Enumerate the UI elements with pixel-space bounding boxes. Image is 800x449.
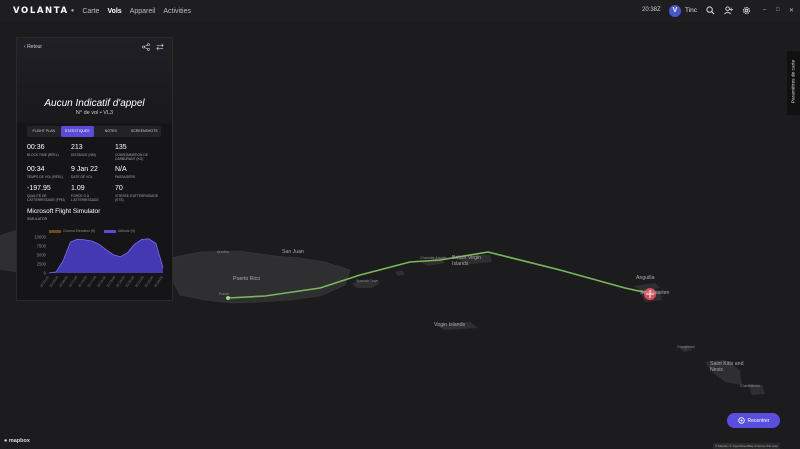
map-label: Virgin Islands	[434, 322, 466, 328]
tab-flight-plan[interactable]: FLIGHT PLAN	[27, 126, 61, 137]
tab-screenshots[interactable]: SCREENSHOTS	[128, 126, 162, 137]
y-tick-label: 0	[44, 271, 47, 276]
recenter-label: Recentrer	[747, 417, 770, 424]
simulator-name: Microsoft Flight Simulator	[27, 208, 101, 215]
map-label: Puerto Rico	[233, 276, 261, 282]
nav-carte[interactable]: Carte	[82, 6, 99, 17]
stat-g-force: 1.09 FORCE G À L'ATTERRISSAGE	[71, 185, 99, 202]
departure-marker	[226, 296, 230, 300]
y-tick-label: 2500	[37, 262, 47, 267]
stat-fuel: 135 CONSOMMATION DE CARBURANT (KG)	[115, 144, 148, 161]
app-logo: VOLANTA	[13, 6, 69, 16]
map-label: Sint Maarten	[640, 290, 670, 296]
map-label: Oranjestad	[677, 345, 695, 349]
map-label: San Juan	[282, 249, 304, 255]
y-tick-label: 7500	[37, 244, 47, 249]
stat-flight-time: 00:34 TEMPS DE VOL (RÉEL)	[27, 166, 63, 179]
map-settings-label: Paramètres de carte	[791, 59, 797, 104]
share-icon[interactable]	[142, 43, 150, 51]
mapbox-logo[interactable]: ● mapbox	[4, 438, 30, 444]
flight-number: N° de vol • VL3	[75, 110, 114, 116]
username[interactable]: Tinc	[685, 7, 697, 14]
map-label: Saint Kitts and Nevis	[710, 361, 744, 373]
logo-mark: ●	[70, 8, 75, 14]
nav-activities[interactable]: Activities	[163, 6, 191, 17]
nav-vols[interactable]: Vols	[107, 6, 121, 17]
y-tick-label: 10000	[34, 235, 46, 240]
tab-notes[interactable]: NOTES	[94, 126, 128, 137]
main-nav: Carte Vols Appareil Activities	[82, 6, 191, 17]
map-label: Spanish Town	[356, 279, 379, 283]
map-label: Ponce	[219, 292, 230, 296]
recenter-button[interactable]: Recentrer	[727, 413, 780, 428]
utc-clock: 20:38Z	[642, 7, 661, 13]
tab-statistiques[interactable]: STATISTIQUES	[60, 126, 94, 137]
map-settings-tab[interactable]: Paramètres de carte	[787, 51, 800, 115]
panel-tabs: FLIGHT PLAN STATISTIQUES NOTES SCREENSHO…	[27, 126, 161, 137]
search-icon[interactable]	[706, 6, 715, 15]
flight-details-panel: ‹ Retour Aucun Indicatif d'appel N° de v…	[16, 37, 173, 301]
y-tick-label: 5000	[37, 253, 47, 258]
back-label: Retour	[27, 44, 43, 50]
x-tick-label: 20:38:00	[153, 275, 164, 288]
panel-header: ‹ Retour Aucun Indicatif d'appel N° de v…	[17, 38, 172, 123]
add-friend-icon[interactable]	[724, 6, 733, 15]
map-label: British Virgin Islands	[452, 255, 482, 267]
map-label: Anguilla	[636, 275, 655, 281]
stat-date: 9 Jan 22 DATE DE VOL	[71, 166, 98, 179]
map-label: Charlotte Amalie	[420, 256, 447, 260]
top-bar: VOLANTA ● Carte Vols Appareil Activities…	[0, 0, 800, 22]
altitude-chart: 10000750050002500020:02:0020:05:0020:08:…	[34, 235, 164, 289]
swap-icon[interactable]	[156, 43, 164, 51]
simulator-label: SIMULATOR	[27, 217, 48, 221]
map-label: Arecibo	[217, 250, 230, 254]
back-button[interactable]: ‹ Retour	[24, 44, 42, 50]
maximize-button[interactable]: □	[776, 7, 780, 13]
altitude-area	[49, 238, 163, 273]
map-label: Charlestown	[740, 384, 760, 388]
gear-icon[interactable]	[742, 6, 751, 15]
target-icon	[737, 417, 745, 424]
stat-landing-rate: -197.95 QUALITÉ DE L'ATTERRISSAGE (FPM)	[27, 185, 65, 202]
avatar[interactable]: V	[669, 5, 681, 17]
callsign-title: Aucun Indicatif d'appel	[44, 98, 145, 109]
stat-landing-speed: 70 VITESSE D'ATTERRISSAGE (KTS)	[115, 185, 159, 202]
stat-distance: 213 DISTANCE (NM)	[71, 144, 96, 157]
map-attribution[interactable]: © Mapbox © OpenStreetMap Improve this ma…	[713, 443, 780, 449]
minimize-button[interactable]: –	[763, 7, 766, 13]
nav-appareil[interactable]: Appareil	[130, 6, 156, 17]
close-button[interactable]: ✕	[789, 7, 794, 14]
stat-block-time: 00:36 BLOCK TIME (RÉEL)	[27, 144, 59, 157]
stat-passengers: N/A PASSAGERS	[115, 166, 136, 179]
